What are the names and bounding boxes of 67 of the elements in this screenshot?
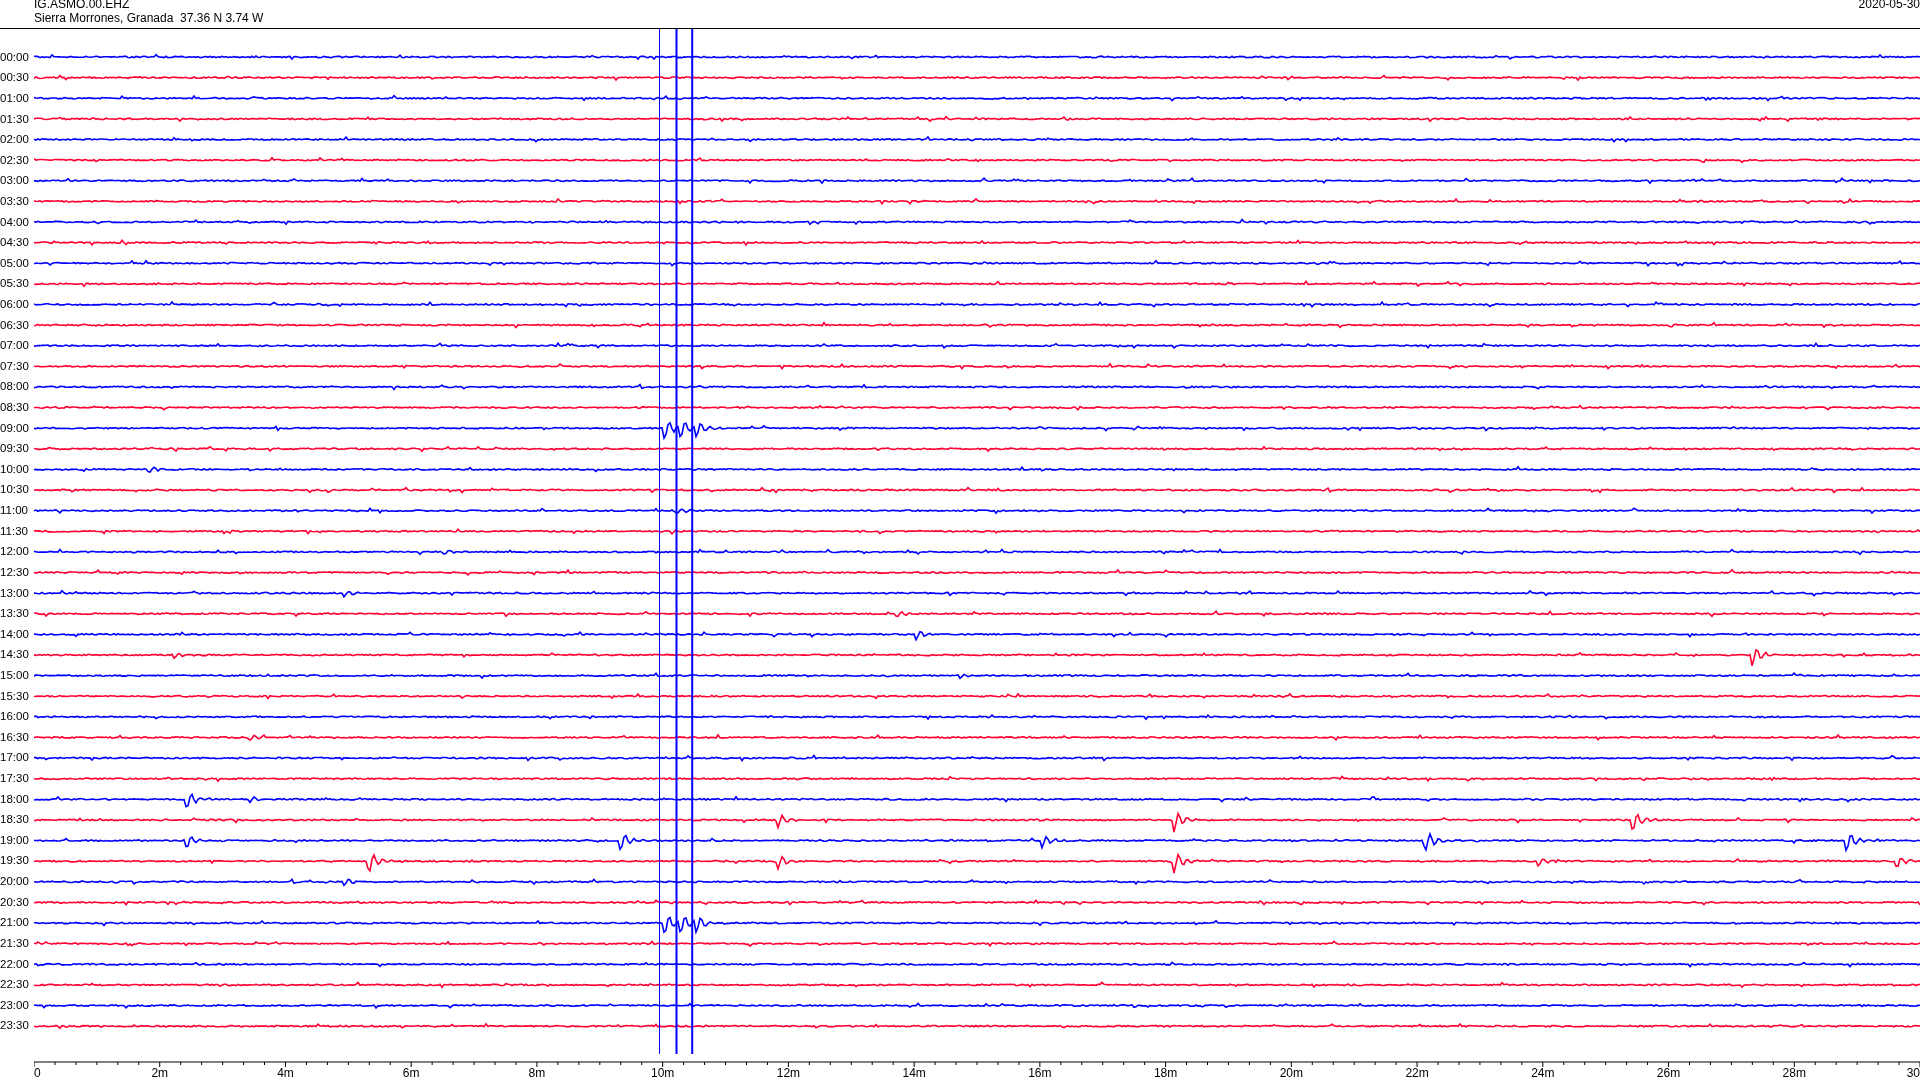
row-time-label: 20:30 [0,894,30,910]
row-time-label: 06:30 [0,317,30,333]
row-time-label: 01:00 [0,90,30,106]
row-time-label: 16:30 [0,729,30,745]
station-code: IG.ASMO.00.EHZ [34,0,131,11]
row-time-label: 23:30 [0,1018,30,1034]
row-time-label: 04:00 [0,214,30,230]
row-time-label: 00:00 [0,49,30,65]
row-time-label: 13:30 [0,606,30,622]
axis-tick-label: 2m [151,1066,169,1079]
axis-tick-label: 16m [1028,1066,1052,1079]
axis-tick-label: 22m [1405,1066,1429,1079]
row-time-label: 02:30 [0,152,30,168]
row-time-label: 00:30 [0,70,30,86]
row-time-label: 22:00 [0,956,30,972]
row-time-label: 18:00 [0,791,30,807]
row-time-label: 16:00 [0,709,30,725]
row-time-label: 05:00 [0,255,30,271]
row-time-label: 15:00 [0,667,30,683]
row-time-label: 20:00 [0,874,30,890]
row-time-label: 21:00 [0,915,30,931]
row-time-label: 01:30 [0,111,30,127]
row-time-label: 10:00 [0,461,30,477]
row-time-label: 09:00 [0,420,30,436]
row-time-label: 09:30 [0,441,30,457]
row-time-label: 06:00 [0,297,30,312]
axis-tick-label: 10m [651,1066,675,1079]
row-time-label: 18:30 [0,812,30,828]
axis-tick-label: 28m [1782,1066,1806,1079]
row-time-label: 11:00 [0,503,29,519]
row-time-label: 04:30 [0,235,30,251]
row-time-label: 10:30 [0,482,30,498]
row-time-label: 12:00 [0,544,30,560]
row-time-label: 03:00 [0,173,30,189]
record-date: 2020-05-30 [1858,0,1920,13]
axis-tick-label: 30 [1906,1066,1920,1079]
row-time-label: 07:00 [0,338,30,354]
row-time-label: 19:00 [0,832,30,848]
row-time-label: 14:00 [0,626,30,642]
row-time-label: 19:30 [0,853,30,869]
axis-tick-label: 12m [776,1066,801,1079]
axis-tick-label: 24m [1531,1066,1555,1079]
axis-tick-label: 8m [528,1066,546,1079]
row-time-label: 17:00 [0,750,30,766]
axis-tick-label: 26m [1656,1066,1681,1079]
axis-tick-label: 6m [402,1066,420,1079]
axis-tick-label: 20m [1279,1066,1303,1079]
row-time-label: 14:30 [0,647,30,663]
row-time-label: 03:30 [0,193,30,209]
row-time-label: 08:30 [0,400,30,416]
row-time-label: 13:00 [0,585,30,601]
row-time-label: 07:30 [0,358,30,374]
axis-tick-label: 14m [902,1066,926,1079]
row-time-label: 08:00 [0,379,30,395]
row-time-label: 11:30 [0,523,29,539]
axis-tick-label: 0 [34,1066,41,1079]
row-time-label: 21:30 [0,935,30,951]
row-time-label: 23:00 [0,997,30,1013]
row-time-label: 12:30 [0,564,30,580]
row-time-label: 02:00 [0,132,30,148]
station-location: Sierra Morrones, Granada 37.36 N 3.74 W [34,11,264,25]
row-time-label: 05:30 [0,276,30,292]
row-time-label: 17:30 [0,771,30,786]
axis-tick-label: 18m [1153,1066,1178,1079]
row-time-label: 22:30 [0,977,30,993]
row-time-label: 15:30 [0,688,30,704]
axis-tick-label: 4m [277,1066,294,1079]
